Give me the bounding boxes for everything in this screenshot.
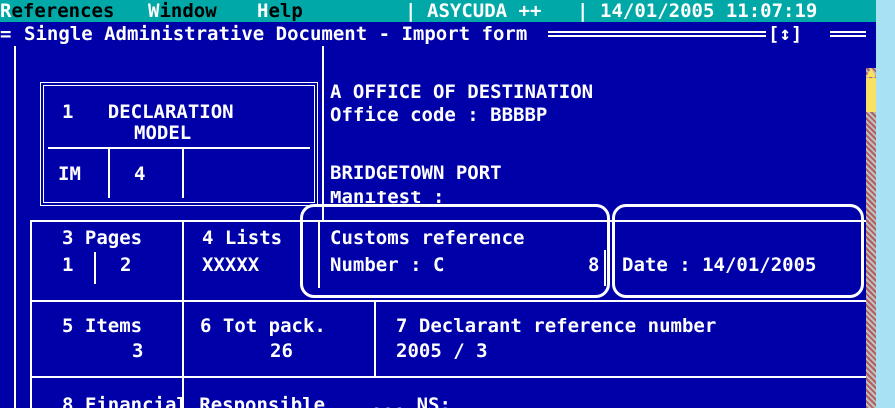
items-label: 5 Items: [62, 315, 143, 337]
app-name: ASYCUDA ++: [427, 0, 542, 22]
title-rule-right: [830, 31, 866, 37]
declaration-type[interactable]: IM: [58, 163, 81, 185]
highlight-customs-number: [300, 204, 610, 298]
pages-value-2[interactable]: 2: [120, 254, 131, 276]
office-header: A OFFICE OF DESTINATION: [330, 81, 594, 103]
office-left-border: [322, 46, 324, 222]
highlight-date: [612, 204, 864, 298]
pages-sep: [94, 252, 96, 284]
row-divider: [30, 300, 866, 302]
declarant-ref-label: 7 Declarant reference number: [396, 315, 717, 337]
frame-left: [14, 46, 16, 408]
menu-window[interactable]: Window: [148, 0, 217, 22]
col-sep: [182, 222, 184, 408]
lists-label: 4 Lists: [202, 227, 283, 249]
office-name: BRIDGETOWN PORT: [330, 162, 502, 184]
separator: |: [405, 0, 417, 22]
title-left-border: =: [0, 23, 12, 45]
pages-label: 3 Pages: [62, 227, 143, 249]
financial-responsible-label: 8 Financial Responsible ... NS:: [62, 394, 451, 408]
separator: |: [577, 0, 589, 22]
dos-screen: References Window Help | ASYCUDA ++ | 14…: [0, 0, 876, 408]
row-divider: [30, 376, 866, 378]
window-title: Single Administrative Document - Import …: [24, 23, 528, 45]
tot-pack-label: 6 Tot pack.: [200, 315, 326, 337]
declaration-sep: [108, 149, 110, 198]
scrollbar-track[interactable]: [866, 68, 876, 408]
declaration-sep: [182, 149, 184, 198]
scrollbar-thumb[interactable]: [866, 78, 876, 112]
scroll-up-icon[interactable]: [866, 68, 876, 77]
clock: 14/01/2005 11:07:19: [600, 0, 818, 22]
resize-button[interactable]: [↕]: [768, 23, 802, 45]
title-rule: [548, 31, 766, 37]
office-code[interactable]: Office code : BBBBP: [330, 104, 547, 126]
declaration-model-label: MODEL: [134, 122, 192, 144]
tot-pack-value[interactable]: 26: [270, 340, 293, 362]
lists-value[interactable]: XXXXX: [202, 254, 259, 276]
menu-bar: References Window Help | ASYCUDA ++ | 14…: [0, 0, 876, 22]
declaration-subtype[interactable]: 4: [134, 163, 145, 185]
items-value[interactable]: 3: [132, 340, 143, 362]
outer-border: [876, 0, 895, 408]
menu-help[interactable]: Help: [257, 0, 303, 22]
declaration-divider: [48, 147, 310, 149]
declaration-label: 1 DECLARATION: [62, 101, 234, 123]
frame-left-inner: [30, 222, 32, 408]
declarant-ref-value[interactable]: 2005 / 3: [396, 340, 488, 362]
menu-references[interactable]: References: [0, 0, 114, 22]
pages-value-1[interactable]: 1: [62, 254, 73, 276]
col-sep: [374, 302, 376, 376]
